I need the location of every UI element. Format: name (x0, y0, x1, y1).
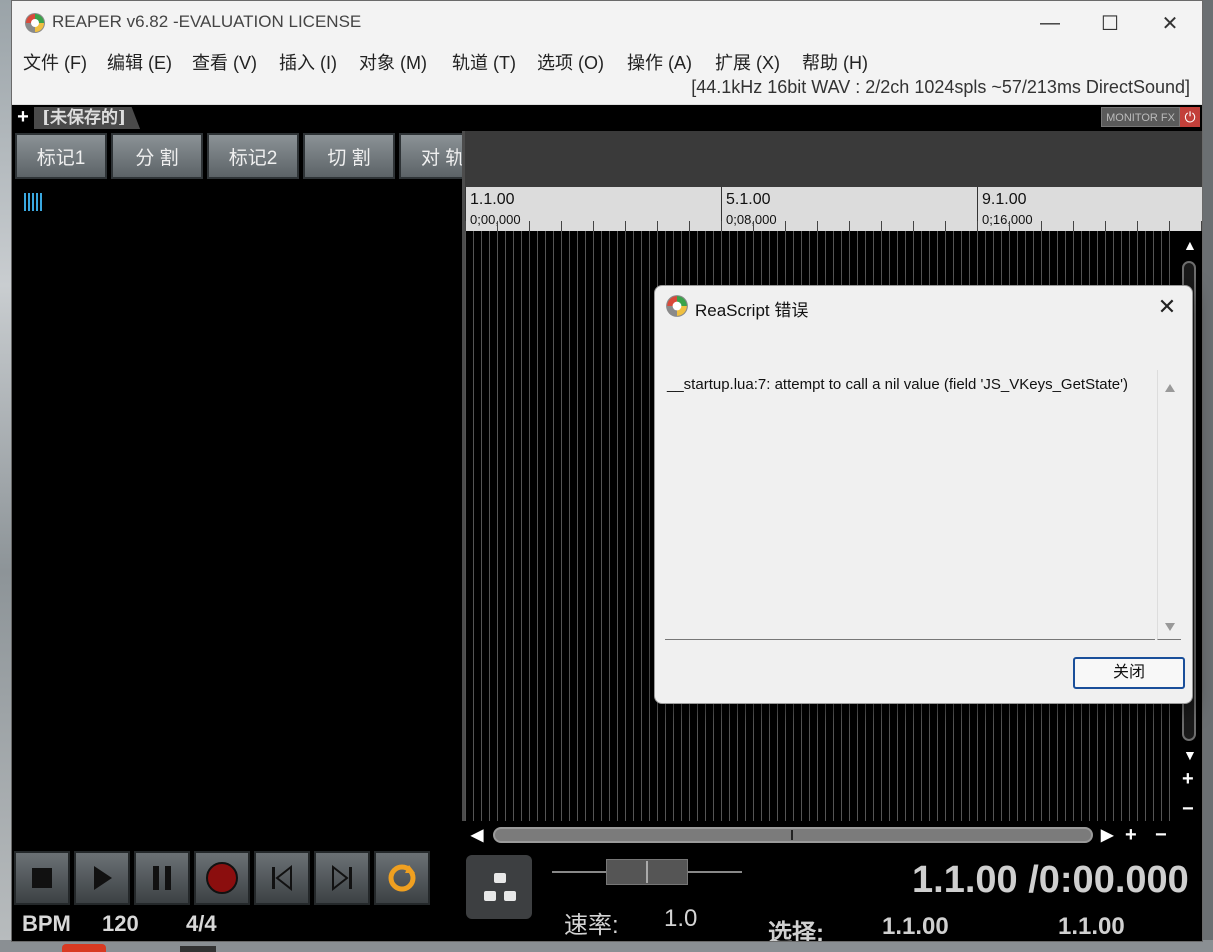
ruler-bar-label: 1.1.00 (470, 191, 515, 208)
project-tab[interactable]: [未保存的] (34, 107, 141, 129)
ruler-bar-label: 9.1.00 (982, 191, 1027, 208)
selection-end[interactable]: 1.1.00 (1058, 913, 1125, 941)
monitor-fx-button[interactable]: MONITOR FX ⏻ (1101, 107, 1200, 127)
maximize-icon: ☐ (1101, 12, 1119, 35)
stop-icon (32, 868, 52, 888)
power-icon[interactable]: ⏻ (1180, 107, 1200, 127)
ruler-minor-ticks (465, 221, 1202, 231)
playrate-slider[interactable] (552, 859, 742, 887)
pause-icon (153, 866, 171, 890)
play-button[interactable] (74, 851, 130, 905)
bpm-label: BPM (22, 911, 71, 936)
message-scrollbar[interactable] (1157, 370, 1181, 640)
reaper-logo-icon (666, 295, 688, 317)
cut-button[interactable]: 切 割 (303, 133, 395, 179)
skip-back-icon (272, 864, 292, 892)
close-icon: ✕ (1161, 12, 1179, 35)
zoom-out-vertical-icon[interactable]: − (1182, 799, 1194, 819)
slider-center-mark (646, 861, 648, 883)
scroll-up-icon[interactable]: ▲ (1183, 235, 1197, 255)
pause-button[interactable] (134, 851, 190, 905)
scroll-down-icon[interactable] (1165, 623, 1175, 631)
menu-view[interactable]: 查看 (V) (192, 49, 257, 77)
new-project-tab-button[interactable]: + (14, 106, 32, 128)
dialog-close-icon[interactable]: ✕ (1152, 292, 1182, 322)
track-control-panel[interactable] (12, 181, 464, 841)
skip-forward-icon (332, 864, 352, 892)
loop-icon (388, 864, 416, 892)
horizontal-scroll-thumb[interactable] (493, 827, 1093, 843)
menu-file[interactable]: 文件 (F) (23, 49, 87, 77)
selection-label: 选择: (768, 920, 824, 942)
record-button[interactable] (194, 851, 250, 905)
minimize-button[interactable]: — (1020, 1, 1080, 45)
rate-label: 速率: (564, 912, 619, 939)
reascript-error-dialog: ReaScript 错误 ✕ __startup.lua:7: attempt … (654, 285, 1193, 704)
horizontal-scrollbar[interactable]: ◀ ▶ + − (465, 821, 1202, 849)
scroll-thumb-grip (791, 830, 793, 840)
stop-button[interactable] (14, 851, 70, 905)
position-display[interactable]: 1.1.00 /0:00.000 (912, 859, 1189, 902)
menu-item-object[interactable]: 对象 (M) (359, 49, 427, 77)
zoom-in-horizontal-icon[interactable]: + (1125, 825, 1137, 845)
menu-options[interactable]: 选项 (O) (537, 49, 604, 77)
scroll-up-icon[interactable] (1165, 384, 1175, 392)
time-signature[interactable]: 4/4 (186, 911, 217, 937)
audio-device-status[interactable]: [44.1kHz 16bit WAV : 2/2ch 1024spls ~57/… (691, 77, 1190, 98)
taskbar-app-icon[interactable] (180, 946, 216, 952)
timeline-ruler[interactable]: 1.1.00 0;00,000 5.1.00 0;08,000 9.1.00 0… (465, 187, 1202, 231)
rate-value[interactable]: 1.0 (664, 905, 697, 933)
ruler-bar-label: 5.1.00 (726, 191, 771, 208)
menu-extensions[interactable]: 扩展 (X) (715, 49, 780, 77)
menu-track[interactable]: 轨道 (T) (452, 49, 516, 77)
monitor-fx-label: MONITOR FX (1101, 107, 1180, 127)
error-message-text[interactable]: __startup.lua:7: attempt to call a nil v… (665, 370, 1155, 640)
menu-bar: 文件 (F) 编辑 (E) 查看 (V) 插入 (I) 对象 (M) 轨道 (T… (12, 45, 1202, 105)
marker1-button[interactable]: 标记1 (15, 133, 107, 179)
menu-insert[interactable]: 插入 (I) (279, 49, 337, 77)
window-title: REAPER v6.82 -EVALUATION LICENSE (52, 12, 362, 31)
record-icon (206, 862, 238, 894)
track-meter-icon (24, 193, 48, 211)
taskbar-app-icon[interactable] (62, 944, 106, 952)
menu-help[interactable]: 帮助 (H) (802, 49, 868, 77)
project-tab-row: + [未保存的] MONITOR FX ⏻ (12, 105, 1202, 131)
title-bar: REAPER v6.82 -EVALUATION LICENSE — ☐ ✕ (12, 1, 1202, 45)
minimize-icon: — (1040, 11, 1060, 34)
marker2-button[interactable]: 标记2 (207, 133, 299, 179)
scroll-left-icon[interactable]: ◀ (471, 826, 483, 846)
selection-start[interactable]: 1.1.00 (882, 913, 949, 941)
split-button[interactable]: 分 割 (111, 133, 203, 179)
maximize-button[interactable]: ☐ (1080, 1, 1140, 45)
go-to-start-button[interactable] (254, 851, 310, 905)
transport-bar: BPM 120 4/4 速率: 1.0 1.1.00 /0:00.000 选择:… (12, 849, 1202, 942)
menu-actions[interactable]: 操作 (A) (627, 49, 692, 77)
scroll-down-icon[interactable]: ▼ (1183, 745, 1197, 765)
align-button[interactable]: 对 轨 (399, 133, 465, 179)
zoom-out-horizontal-icon[interactable]: − (1155, 825, 1167, 845)
reaper-logo-icon (25, 13, 45, 33)
grid-button[interactable] (466, 855, 532, 919)
loop-button[interactable] (374, 851, 430, 905)
bpm-value[interactable]: 120 (102, 911, 139, 937)
play-icon (94, 866, 112, 890)
arrange-header (465, 131, 1202, 187)
scroll-right-icon[interactable]: ▶ (1101, 826, 1113, 846)
go-to-end-button[interactable] (314, 851, 370, 905)
menu-edit[interactable]: 编辑 (E) (107, 49, 172, 77)
close-button[interactable]: ✕ (1140, 1, 1200, 45)
grid-icon (484, 873, 516, 901)
dialog-title: ReaScript 错误 (695, 301, 809, 320)
zoom-in-vertical-icon[interactable]: + (1182, 769, 1194, 789)
close-dialog-button[interactable]: 关闭 (1073, 657, 1185, 689)
